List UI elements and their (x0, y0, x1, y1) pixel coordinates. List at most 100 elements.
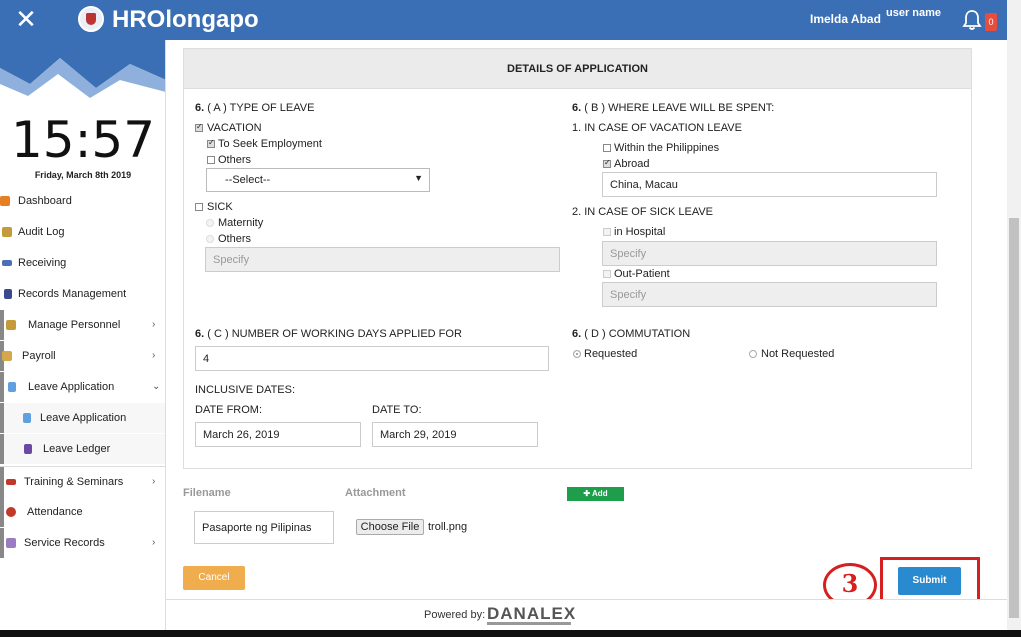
sick-checkbox[interactable] (195, 203, 203, 211)
inclusive-dates-label: INCLUSIVE DATES: (195, 384, 296, 396)
sidebar-item-label: Manage Personnel (28, 319, 121, 331)
working-days-label: ( C ) NUMBER OF WORKING DAYS APPLIED FOR (207, 328, 462, 340)
type-of-leave-heading: 6. ( A ) TYPE OF LEAVE (195, 102, 314, 114)
hospital-specify-field[interactable]: Specify (602, 241, 937, 266)
date-from-label: DATE FROM: (195, 404, 263, 416)
type-of-leave-num: 6. (195, 102, 205, 114)
sidebar-item-label: Records Management (18, 288, 127, 300)
section-title: DETAILS OF APPLICATION (184, 49, 971, 89)
select-value: --Select-- (225, 174, 271, 186)
nav-indicator (0, 467, 4, 497)
user-avatar[interactable]: user name (886, 7, 941, 19)
sidebar-item-service-records[interactable]: Service Records › (0, 528, 165, 558)
nav-indicator (0, 372, 4, 402)
sick-label: SICK (207, 201, 233, 213)
abroad-label: Abroad (614, 158, 650, 170)
maternity-radio[interactable] (206, 219, 214, 227)
nav-indicator (0, 528, 4, 558)
sidebar-subitem-leave-ledger[interactable]: Leave Ledger (0, 434, 165, 464)
nav-indicator (0, 497, 4, 527)
vacation-others-select[interactable]: --Select-- ▼ (206, 168, 430, 192)
sidebar-item-label: Training & Seminars (24, 476, 124, 488)
filename-input[interactable]: Pasaporte ng Pilipinas (194, 511, 334, 544)
where-spent-num: 6. (572, 102, 582, 114)
clock-time: 15:57 (10, 111, 156, 169)
add-attachment-button[interactable]: ✚ Add (567, 487, 624, 501)
out-patient-label: Out-Patient (614, 268, 670, 280)
sidebar-item-label: Leave Application (40, 412, 127, 424)
sidebar-item-label: Service Records (24, 537, 105, 549)
scrollbar-thumb[interactable] (1009, 218, 1019, 618)
choose-file-button[interactable]: Choose File (356, 519, 424, 535)
close-icon[interactable]: ✕ (14, 7, 38, 33)
sick-others-label: Others (218, 233, 252, 245)
nav-indicator (0, 403, 4, 433)
within-philippines-label: Within the Philippines (614, 142, 720, 154)
sick-others-radio[interactable] (206, 235, 214, 243)
sidebar-item-label: Audit Log (18, 226, 65, 238)
vacation-label: VACATION (207, 122, 262, 134)
bell-icon[interactable] (962, 9, 982, 31)
date-to-input[interactable]: March 29, 2019 (372, 422, 538, 447)
vacation-others-checkbox[interactable] (207, 156, 215, 164)
working-days-num: 6. (195, 328, 205, 340)
leave-doc-icon (23, 413, 31, 423)
in-hospital-label: in Hospital (614, 226, 666, 238)
vendor-logo[interactable]: DANALEX (487, 604, 576, 624)
receiving-icon (2, 260, 12, 266)
sidebar-item-label: Payroll (22, 350, 56, 362)
sidebar-item-manage-personnel[interactable]: Manage Personnel › (0, 310, 165, 340)
where-spent-label: ( B ) WHERE LEAVE WILL BE SPENT: (584, 102, 775, 114)
out-patient-checkbox[interactable] (603, 270, 611, 278)
requested-radio[interactable] (573, 350, 581, 358)
not-requested-label: Not Requested (761, 348, 835, 360)
vacation-checkbox[interactable] (195, 122, 203, 132)
audit-log-icon (2, 227, 12, 237)
nav-indicator (0, 434, 4, 464)
filename-header: Filename (183, 487, 231, 499)
abroad-location-input[interactable]: China, Macau (602, 172, 937, 197)
caret-down-icon: ▼ (414, 173, 423, 183)
powered-by-label: Powered by: (424, 609, 486, 621)
outpatient-specify-field[interactable]: Specify (602, 282, 937, 307)
sidebar-item-training-seminars[interactable]: Training & Seminars › (0, 466, 165, 497)
plus-icon: ✚ (583, 489, 593, 498)
sidebar-banner (0, 40, 165, 108)
working-days-input[interactable]: 4 (195, 346, 549, 371)
service-records-icon (6, 538, 16, 548)
footer (166, 599, 1007, 630)
cancel-button[interactable]: Cancel (183, 566, 245, 590)
sidebar-item-audit-log[interactable]: Audit Log (0, 217, 165, 247)
submit-button[interactable]: Submit (898, 567, 961, 595)
seek-employment-checkbox[interactable] (207, 138, 215, 148)
personnel-icon (6, 320, 16, 330)
sidebar-item-receiving[interactable]: Receiving (0, 248, 165, 278)
commutation-num: 6. (572, 328, 582, 340)
user-name[interactable]: Imelda Abad (810, 12, 881, 26)
maternity-label: Maternity (218, 217, 264, 229)
sidebar-item-records-management[interactable]: Records Management (0, 279, 165, 309)
sidebar-item-leave-application[interactable]: Leave Application ⌄ (0, 372, 165, 402)
notification-badge[interactable]: 0 (985, 13, 997, 31)
abroad-checkbox[interactable] (603, 158, 611, 168)
records-icon (4, 289, 12, 299)
sidebar-item-attendance[interactable]: Attendance (0, 497, 165, 527)
city-seal-logo (78, 6, 104, 32)
sidebar-item-dashboard[interactable]: Dashboard (0, 186, 165, 216)
sick-case-label: 2. IN CASE OF SICK LEAVE (572, 206, 714, 218)
working-days-heading: 6. ( C ) NUMBER OF WORKING DAYS APPLIED … (195, 328, 462, 340)
brand-title[interactable]: HROlongapo (112, 6, 259, 34)
type-of-leave-label: ( A ) TYPE OF LEAVE (207, 102, 315, 114)
sidebar: 15:57 Friday, March 8th 2019 Dashboard A… (0, 40, 166, 637)
sidebar-subitem-leave-application[interactable]: Leave Application (0, 403, 165, 433)
not-requested-radio[interactable] (749, 350, 757, 358)
requested-label: Requested (584, 348, 638, 360)
chevron-down-icon: ⌄ (152, 381, 161, 392)
sick-specify-field[interactable]: Specify (205, 247, 560, 272)
sidebar-item-payroll[interactable]: Payroll › (0, 341, 165, 371)
add-label: Add (592, 489, 608, 498)
within-philippines-checkbox[interactable] (603, 144, 611, 152)
date-from-input[interactable]: March 26, 2019 (195, 422, 361, 447)
in-hospital-checkbox[interactable] (603, 228, 611, 236)
training-icon (6, 479, 16, 485)
